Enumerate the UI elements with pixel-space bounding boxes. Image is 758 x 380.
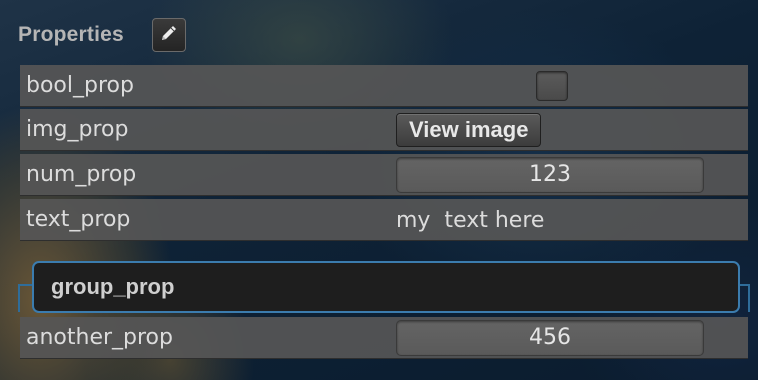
property-row-another-prop: another_prop 456 [20, 317, 748, 359]
group-title: group_prop [51, 274, 175, 299]
bool-prop-checkbox[interactable] [536, 71, 568, 101]
property-row-bool-prop: bool_prop [20, 65, 748, 107]
property-row-img-prop: img_prop View image [20, 109, 748, 151]
property-row-num-prop: num_prop 123 [20, 154, 748, 196]
edit-button[interactable] [151, 18, 186, 52]
another-prop-input[interactable]: 456 [396, 320, 704, 356]
panel-header: Properties [10, 8, 186, 62]
property-label: img_prop [26, 117, 129, 142]
property-label: text_prop [26, 207, 131, 232]
group-header[interactable]: group_prop [32, 261, 740, 313]
property-label: num_prop [26, 162, 137, 187]
text-prop-input[interactable]: my text here [396, 208, 544, 233]
num-prop-input[interactable]: 123 [396, 157, 704, 193]
property-label: bool_prop [26, 73, 134, 98]
property-label: another_prop [26, 325, 173, 350]
pencil-icon [158, 22, 180, 48]
property-row-text-prop: text_prop my text here [20, 199, 748, 241]
panel-title: Properties [18, 23, 124, 46]
view-image-button[interactable]: View image [396, 113, 542, 147]
properties-panel: Properties bool_prop img_prop View image… [10, 8, 752, 378]
